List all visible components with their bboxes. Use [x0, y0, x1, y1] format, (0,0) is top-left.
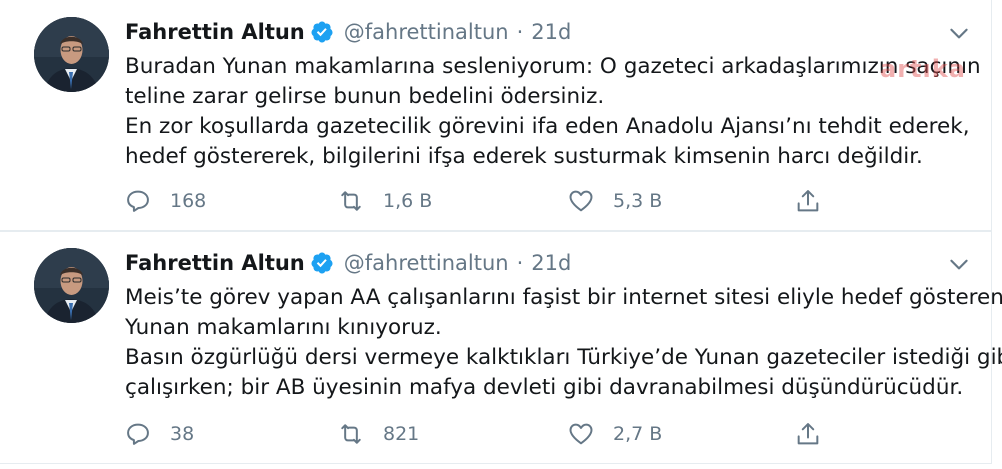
- watermark-logo: artıka: [880, 55, 966, 83]
- chevron-down-icon[interactable]: [946, 251, 972, 277]
- reply-count: 38: [170, 423, 195, 445]
- reply-button[interactable]: 168: [124, 182, 206, 220]
- tweet-text-line: Buradan Yunan makamlarına sesleniyorum: …: [125, 54, 981, 79]
- chevron-down-icon[interactable]: [946, 20, 972, 46]
- tweet[interactable]: Fahrettin Altun @fahrettinaltun · 21d Bu…: [0, 0, 992, 231]
- share-button[interactable]: [794, 182, 822, 220]
- tweet-feed: Fahrettin Altun @fahrettinaltun · 21d Bu…: [0, 0, 1002, 469]
- tweet-text-line: çalışırken; bir AB üyesinin mafya devlet…: [125, 375, 964, 400]
- tweet-text-line: hedef göstererek, bilgilerini ifşa edere…: [125, 144, 923, 169]
- tweet-text-line: Meis’te görev yapan AA çalışanlarını faş…: [125, 285, 1002, 310]
- author-name[interactable]: Fahrettin Altun: [125, 251, 305, 275]
- retweet-count: 1,6 B: [383, 190, 433, 212]
- share-icon: [797, 190, 819, 212]
- tweet[interactable]: Fahrettin Altun @fahrettinaltun · 21d Me…: [0, 231, 1002, 464]
- reply-count: 168: [170, 190, 207, 212]
- like-button[interactable]: 5,3 B: [567, 182, 662, 220]
- separator-dot: ·: [516, 20, 524, 44]
- tweet-text-line: En zor koşullarda gazetecilik görevini i…: [125, 114, 970, 139]
- avatar[interactable]: [34, 248, 109, 323]
- tweet-text-line: teline zarar gelirse bunun bedelini öder…: [125, 84, 605, 109]
- tweet-text: Buradan Yunan makamlarına sesleniyorum: …: [125, 52, 985, 172]
- like-count: 5,3 B: [613, 190, 663, 212]
- tweet-timestamp[interactable]: 21d: [531, 20, 571, 44]
- tweet-text-line: Basın özgürlüğü dersi vermeye kalktıklar…: [125, 345, 1002, 370]
- retweet-button[interactable]: 1,6 B: [337, 182, 432, 220]
- verified-badge-icon: [311, 21, 333, 43]
- reply-icon: [127, 423, 149, 445]
- like-button[interactable]: 2,7 B: [567, 415, 662, 453]
- tweet-timestamp[interactable]: 21d: [531, 251, 571, 275]
- reply-button[interactable]: 38: [124, 415, 194, 453]
- tweet-header: Fahrettin Altun @fahrettinaltun · 21d: [125, 248, 571, 278]
- author-name[interactable]: Fahrettin Altun: [125, 20, 305, 44]
- heart-icon: [569, 423, 593, 445]
- author-handle[interactable]: @fahrettinaltun: [344, 251, 509, 275]
- verified-badge-icon: [311, 252, 333, 274]
- tweet-actions: 38 821 2,7 B: [0, 415, 992, 453]
- share-icon: [797, 423, 819, 445]
- tweet-text: Meis’te görev yapan AA çalışanlarını faş…: [125, 283, 1002, 403]
- reply-icon: [127, 190, 149, 212]
- like-count: 2,7 B: [613, 423, 663, 445]
- share-button[interactable]: [794, 415, 822, 453]
- avatar[interactable]: [34, 17, 109, 92]
- tweet-header: Fahrettin Altun @fahrettinaltun · 21d: [125, 17, 571, 47]
- retweet-icon: [341, 424, 361, 444]
- author-handle[interactable]: @fahrettinaltun: [344, 20, 509, 44]
- heart-icon: [569, 190, 593, 212]
- retweet-count: 821: [383, 423, 420, 445]
- separator-dot: ·: [516, 251, 524, 275]
- tweet-text-line: Yunan makamlarını kınıyoruz.: [125, 315, 442, 340]
- retweet-icon: [341, 191, 361, 211]
- retweet-button[interactable]: 821: [337, 415, 419, 453]
- tweet-actions: 168 1,6 B 5,3 B: [0, 182, 992, 220]
